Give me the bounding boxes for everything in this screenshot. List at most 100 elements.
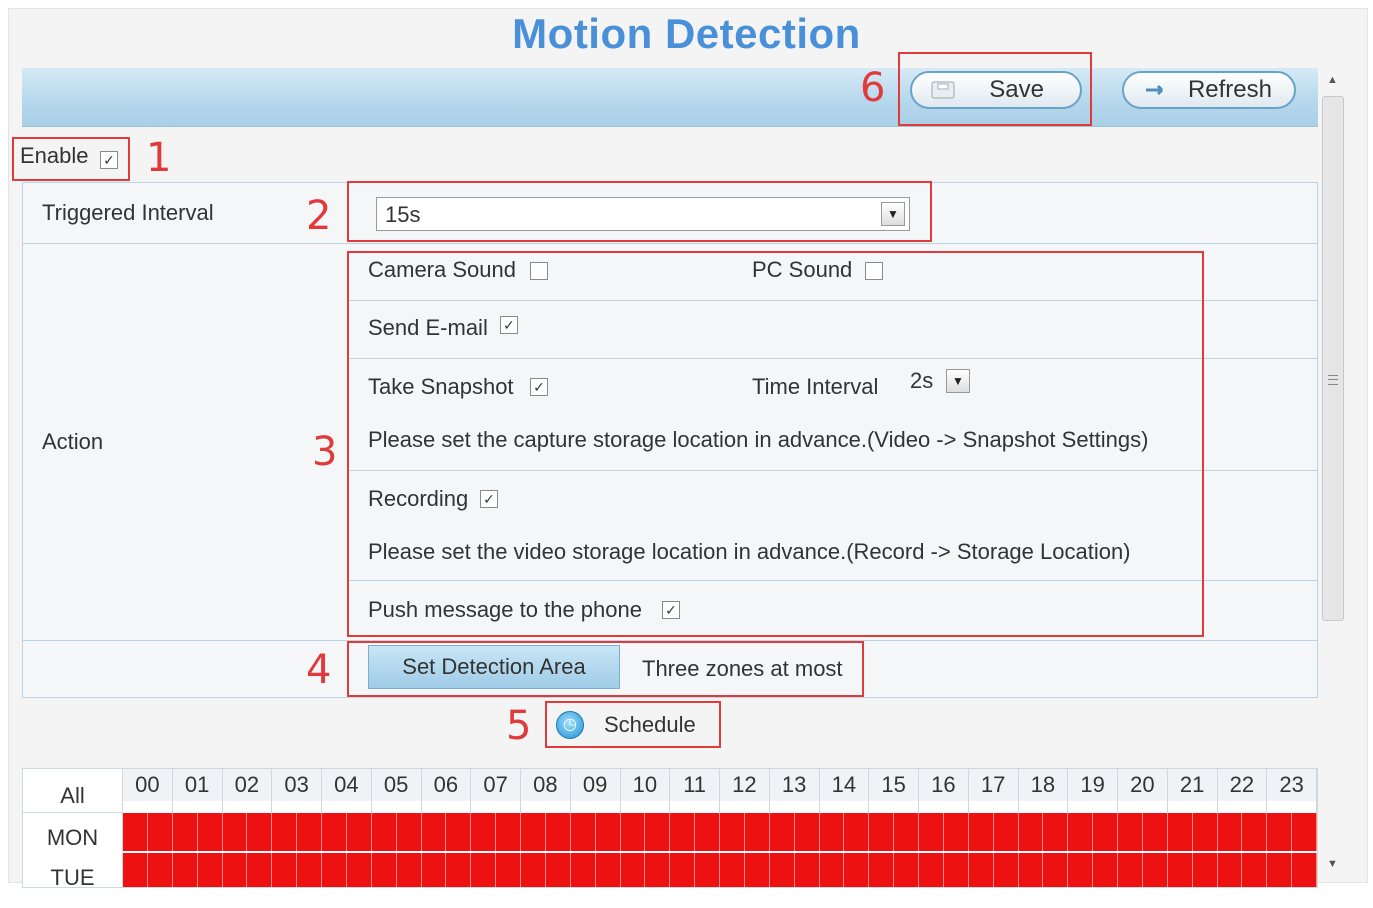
schedule-cell[interactable] (595, 813, 621, 851)
schedule-cell[interactable] (545, 853, 571, 887)
hour-header[interactable]: 00 (123, 769, 173, 801)
schedule-cell[interactable] (1267, 813, 1293, 851)
hour-header[interactable]: 02 (222, 769, 273, 801)
schedule-cell[interactable] (595, 853, 621, 887)
schedule-cell[interactable] (869, 853, 895, 887)
schedule-cell[interactable] (1192, 813, 1218, 851)
schedule-cell[interactable] (346, 813, 372, 851)
schedule-cell[interactable] (670, 853, 696, 887)
hour-header[interactable]: 09 (570, 769, 621, 801)
schedule-cell[interactable] (695, 853, 720, 887)
schedule-cell[interactable] (695, 813, 720, 851)
schedule-cell[interactable] (371, 853, 397, 887)
schedule-cell[interactable] (172, 813, 198, 851)
hour-header[interactable]: 08 (521, 769, 571, 801)
schedule-cell[interactable] (272, 813, 298, 851)
schedule-cell[interactable] (322, 813, 347, 851)
schedule-cell[interactable] (172, 853, 198, 887)
hour-header[interactable]: 23 (1267, 769, 1317, 801)
hour-header[interactable]: 01 (172, 769, 223, 801)
hour-header[interactable]: 12 (720, 769, 770, 801)
schedule-cell[interactable] (993, 813, 1019, 851)
scroll-up-icon[interactable]: ▲ (1327, 74, 1338, 86)
schedule-cell[interactable] (1242, 813, 1268, 851)
schedule-cell[interactable] (123, 853, 148, 887)
schedule-cell[interactable] (471, 813, 497, 851)
hour-header[interactable]: 11 (670, 769, 720, 801)
schedule-cell[interactable] (794, 813, 820, 851)
day-label[interactable]: TUE (23, 853, 123, 887)
schedule-cell[interactable] (1217, 853, 1243, 887)
schedule-cell[interactable] (197, 853, 223, 887)
schedule-cell[interactable] (421, 813, 447, 851)
schedule-cell[interactable] (1068, 813, 1094, 851)
hour-header[interactable]: 14 (819, 769, 870, 801)
schedule-cell[interactable] (1167, 853, 1193, 887)
schedule-cell[interactable] (1142, 813, 1168, 851)
schedule-cell[interactable] (1018, 853, 1044, 887)
schedule-cell[interactable] (620, 853, 646, 887)
schedule-cell[interactable] (1018, 813, 1044, 851)
schedule-cell[interactable] (744, 813, 770, 851)
schedule-cell[interactable] (396, 853, 422, 887)
schedule-cell[interactable] (943, 853, 969, 887)
schedule-cell[interactable] (1043, 813, 1069, 851)
schedule-cell[interactable] (720, 813, 745, 851)
schedule-cell[interactable] (1292, 813, 1317, 851)
schedule-cell[interactable] (1267, 853, 1293, 887)
schedule-cell[interactable] (346, 853, 372, 887)
schedule-cell[interactable] (1068, 853, 1094, 887)
hour-header[interactable]: 06 (421, 769, 472, 801)
schedule-cell[interactable] (222, 853, 248, 887)
schedule-cell[interactable] (1242, 853, 1268, 887)
schedule-cell[interactable] (1167, 813, 1193, 851)
schedule-cell[interactable] (1118, 853, 1143, 887)
hour-header[interactable]: 18 (1018, 769, 1069, 801)
schedule-cell[interactable] (769, 853, 795, 887)
schedule-cell[interactable] (869, 813, 895, 851)
schedule-cell[interactable] (123, 813, 148, 851)
refresh-button[interactable]: Refresh (1122, 71, 1296, 109)
schedule-cell[interactable] (1142, 853, 1168, 887)
hour-header[interactable]: 20 (1118, 769, 1168, 801)
schedule-cell[interactable] (1292, 853, 1317, 887)
schedule-cell[interactable] (744, 853, 770, 887)
schedule-cell[interactable] (645, 853, 671, 887)
hour-header[interactable]: 15 (869, 769, 919, 801)
day-label[interactable]: MON (23, 813, 123, 853)
schedule-cell[interactable] (521, 813, 546, 851)
schedule-cell[interactable] (794, 853, 820, 887)
schedule-cell[interactable] (1217, 813, 1243, 851)
schedule-cell[interactable] (919, 853, 944, 887)
hour-header[interactable]: 21 (1167, 769, 1218, 801)
schedule-cell[interactable] (645, 813, 671, 851)
hour-header[interactable]: 19 (1068, 769, 1118, 801)
hour-header[interactable]: 17 (968, 769, 1019, 801)
schedule-cell[interactable] (147, 813, 173, 851)
schedule-cell[interactable] (993, 853, 1019, 887)
schedule-cell[interactable] (894, 853, 919, 887)
schedule-cell[interactable] (247, 853, 273, 887)
hour-header[interactable]: 07 (471, 769, 521, 801)
hour-header[interactable]: 05 (371, 769, 422, 801)
schedule-cell[interactable] (844, 853, 870, 887)
scrollbar-thumb[interactable] (1322, 96, 1344, 621)
hour-header[interactable]: 04 (322, 769, 372, 801)
schedule-cell[interactable] (844, 813, 870, 851)
schedule-cell[interactable] (371, 813, 397, 851)
schedule-cell[interactable] (1093, 853, 1118, 887)
schedule-cell[interactable] (670, 813, 696, 851)
schedule-cell[interactable] (446, 853, 472, 887)
schedule-cell[interactable] (570, 853, 596, 887)
schedule-cell[interactable] (894, 813, 919, 851)
schedule-cell[interactable] (421, 853, 447, 887)
schedule-cell[interactable] (769, 813, 795, 851)
schedule-cell[interactable] (521, 853, 546, 887)
schedule-cell[interactable] (819, 853, 845, 887)
scrollbar[interactable]: ▲ ▼ (1322, 70, 1344, 880)
schedule-cell[interactable] (446, 813, 472, 851)
schedule-cell[interactable] (322, 853, 347, 887)
schedule-cell[interactable] (919, 813, 944, 851)
hour-header[interactable]: 16 (919, 769, 969, 801)
schedule-cell[interactable] (297, 813, 322, 851)
